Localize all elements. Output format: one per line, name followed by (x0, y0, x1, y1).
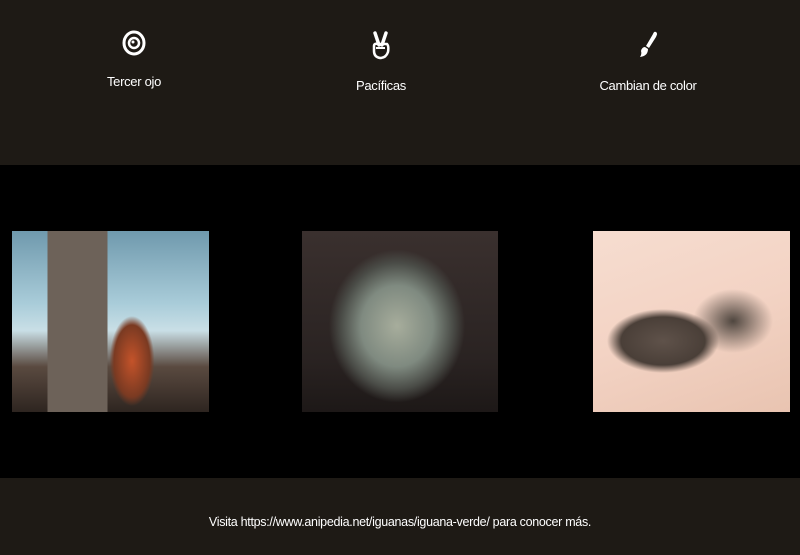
features-section: Tercer ojo Pacíficas Cambian de color (0, 0, 800, 165)
iguana-head-photo (302, 231, 498, 412)
iguanas-on-sand-photo (593, 231, 790, 412)
orange-iguana-photo (12, 231, 209, 412)
feature-label: Pacíficas (355, 78, 407, 93)
feature-pacificas: Pacíficas (281, 30, 481, 93)
feature-cambian-de-color: Cambian de color (548, 30, 748, 93)
feature-label: Cambian de color (599, 78, 697, 93)
feature-label: Tercer ojo (106, 74, 162, 89)
gallery-section (0, 165, 800, 478)
footer-text: Visita https://www.anipedia.net/iguanas/… (208, 515, 592, 529)
footer: Visita https://www.anipedia.net/iguanas/… (0, 478, 800, 555)
paintbrush-icon (640, 31, 657, 57)
peace-hand-icon (372, 31, 390, 60)
eye-icon (122, 30, 146, 56)
feature-tercer-ojo: Tercer ojo (34, 30, 234, 89)
